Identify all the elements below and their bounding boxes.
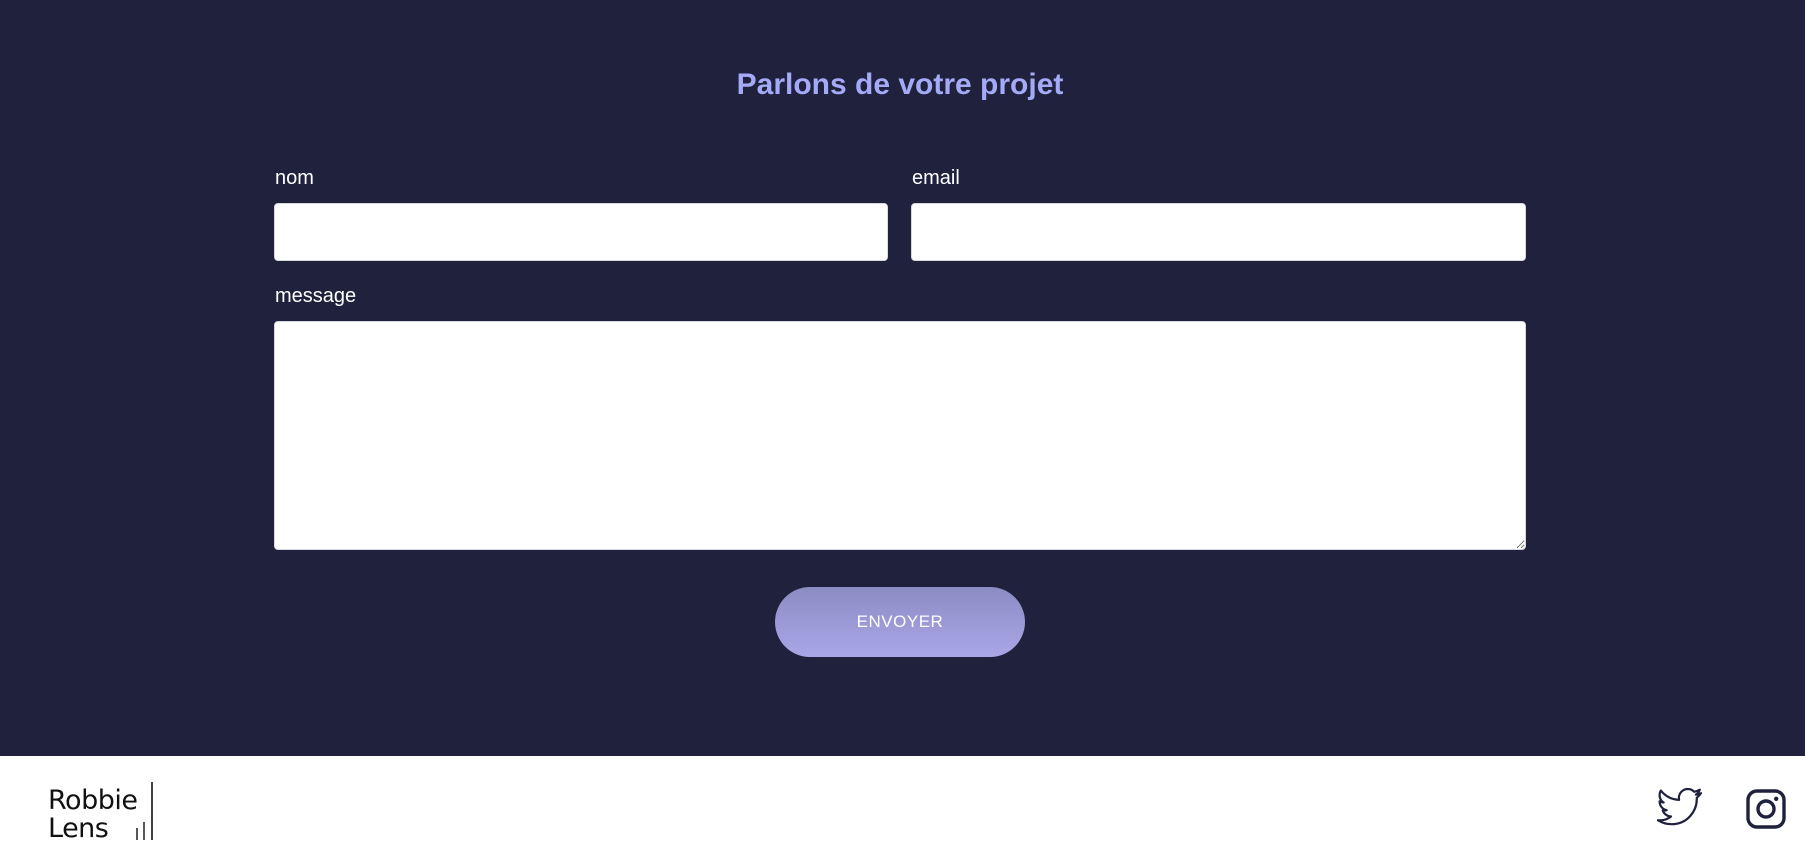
instagram-icon[interactable] [1746,789,1786,829]
email-field[interactable] [911,203,1526,261]
name-label: nom [275,167,314,189]
robbie-lens-logo[interactable]: Robbie Lens [48,782,158,844]
message-field[interactable] [274,321,1526,550]
send-button[interactable]: ENVOYER [775,587,1025,657]
logo-line-1: Robbie [48,785,138,816]
page-title: Parlons de votre projet [736,68,1064,101]
message-label: message [275,285,357,307]
name-field[interactable] [274,203,888,261]
contact-section: Parlons de votre projet nom email messag… [0,0,1805,756]
twitter-icon[interactable] [1657,788,1703,828]
logo-line-2: Lens [48,813,109,844]
email-label: email [912,167,960,189]
logo-bars-graphic [136,782,153,840]
footer: Robbie Lens [0,756,1805,852]
